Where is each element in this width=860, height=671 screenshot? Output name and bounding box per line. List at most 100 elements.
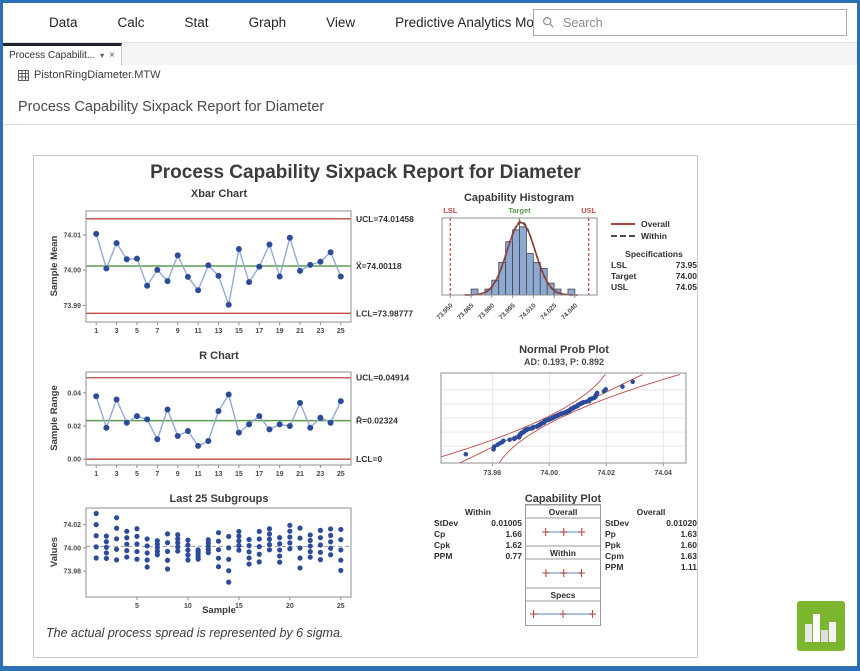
overall-line-sample [611,223,635,225]
within-line-sample [611,235,635,237]
menu-bar: Data Calc Stat Graph View Predictive Ana… [3,3,857,43]
minitab-logo-button[interactable] [797,601,845,651]
specifications-header: Specifications [611,249,697,260]
svg-text:0.04: 0.04 [67,390,81,397]
histogram-title: Capability Histogram [419,192,619,204]
svg-text:19: 19 [276,471,284,478]
legend-overall-label: Overall [641,219,670,230]
legend-within-label: Within [641,231,667,242]
svg-text:74.04: 74.04 [654,470,672,477]
capability-plot-intervals: Overall Within Specs [525,504,601,626]
overall-pp-row: Pp1.63 [605,529,697,540]
legend-overall: Overall [611,218,697,230]
svg-text:LCL=73.98777: LCL=73.98777 [356,308,413,318]
spec-row-target: Target74.00 [611,271,697,282]
svg-text:Within: Within [550,548,576,558]
search-input[interactable] [561,15,838,31]
svg-text:11: 11 [194,471,202,478]
menu-item-stat[interactable]: Stat [185,15,209,30]
xbar-chart: 73.9974.0074.01135791113151719212325UCL=… [39,204,431,344]
within-cp-row: Cp1.66 [434,529,522,540]
svg-text:73.995: 73.995 [498,302,517,321]
menu-item-graph[interactable]: Graph [249,15,287,30]
svg-text:0.00: 0.00 [67,457,81,464]
menu-item-data[interactable]: Data [49,15,78,30]
overall-ppk-row: Ppk1.60 [605,540,697,551]
svg-text:Specs: Specs [550,590,575,600]
svg-text:74.040: 74.040 [560,302,579,321]
svg-text:13: 13 [215,328,223,335]
svg-text:74.00: 74.00 [540,470,558,477]
report-canvas: Process Capability Sixpack Report for Di… [33,155,698,658]
svg-text:5: 5 [135,471,139,478]
svg-text:LCL=0: LCL=0 [356,454,382,464]
svg-text:23: 23 [317,471,325,478]
report-footnote: The actual process spread is represented… [46,626,343,640]
svg-text:15: 15 [235,471,243,478]
svg-text:1: 1 [94,471,98,478]
svg-text:13: 13 [215,471,223,478]
svg-text:7: 7 [155,471,159,478]
svg-text:15: 15 [235,328,243,335]
svg-text:1: 1 [94,328,98,335]
svg-text:74.01: 74.01 [63,232,81,239]
prob-plot-subtitle: AD: 0.193, P: 0.892 [439,357,689,367]
svg-text:25: 25 [337,471,345,478]
within-stats-header: Within [434,507,522,518]
svg-text:UCL=0.04914: UCL=0.04914 [356,373,409,383]
overall-ppm-row: PPM1.11 [605,562,697,573]
overall-stats: Overall StDev0.01020 Pp1.63 Ppk1.60 Cpm1… [605,507,697,573]
svg-text:73.965: 73.965 [456,302,475,321]
divider [3,124,857,125]
within-cpk-row: Cpk1.62 [434,540,522,551]
svg-text:73.950: 73.950 [436,302,455,321]
svg-text:25: 25 [337,328,345,335]
tab-process-capability[interactable]: Process Capabilit... ▾ × [3,43,122,65]
search-icon [542,16,555,29]
spec-row-lsl: LSL73.95 [611,260,697,271]
svg-text:9: 9 [176,471,180,478]
worksheet-row[interactable]: PistonRingDiameter.MTW [18,69,161,81]
capability-histogram: LSLTargetUSL73.95073.96573.98073.99574.0… [434,204,614,346]
overall-stats-header: Overall [605,507,697,518]
svg-text:9: 9 [176,328,180,335]
legend-within: Within [611,230,697,242]
svg-text:0.02: 0.02 [67,424,81,431]
svg-text:74.02: 74.02 [63,522,81,529]
svg-text:R̄=0.02324: R̄=0.02324 [356,416,398,426]
svg-text:USL: USL [581,206,596,215]
svg-text:73.99: 73.99 [63,303,81,310]
histogram-legend: Overall Within Specifications LSL73.95 T… [611,218,697,293]
svg-text:3: 3 [115,328,119,335]
menu-item-calc[interactable]: Calc [118,15,145,30]
report-title: Process Capability Sixpack Report for Di… [34,162,697,184]
tab-dropdown-icon[interactable]: ▾ [100,51,104,60]
menu-item-view[interactable]: View [326,15,355,30]
svg-text:73.98: 73.98 [484,470,502,477]
tab-bar: Process Capabilit... ▾ × [3,43,857,65]
bar-chart-icon [802,610,840,642]
worksheet-grid-icon [18,70,29,81]
svg-text:UCL=74.01458: UCL=74.01458 [356,214,414,224]
overall-stdev-row: StDev0.01020 [605,518,697,529]
tab-close-icon[interactable]: × [109,50,115,61]
svg-text:17: 17 [255,471,263,478]
svg-text:LSL: LSL [443,206,458,215]
svg-text:74.02: 74.02 [597,470,615,477]
svg-text:X̿=74.00118: X̿=74.00118 [356,260,402,271]
svg-text:21: 21 [296,328,304,335]
xbar-chart-title: Xbar Chart [69,188,369,200]
svg-text:21: 21 [296,471,304,478]
svg-text:17: 17 [255,328,263,335]
svg-text:73.98: 73.98 [63,569,81,576]
r-chart-title: R Chart [69,350,369,362]
spec-row-usl: USL74.05 [611,282,697,293]
svg-text:3: 3 [115,471,119,478]
svg-text:Overall: Overall [549,507,578,517]
within-stats: Within StDev0.01005 Cp1.66 Cpk1.62 PPM0.… [434,507,522,562]
svg-text:74.00: 74.00 [63,545,81,552]
svg-text:11: 11 [194,328,202,335]
normal-prob-plot: 73.98 74.00 74.02 74.04 [434,369,696,487]
search-box[interactable] [533,9,847,36]
svg-text:23: 23 [317,328,325,335]
